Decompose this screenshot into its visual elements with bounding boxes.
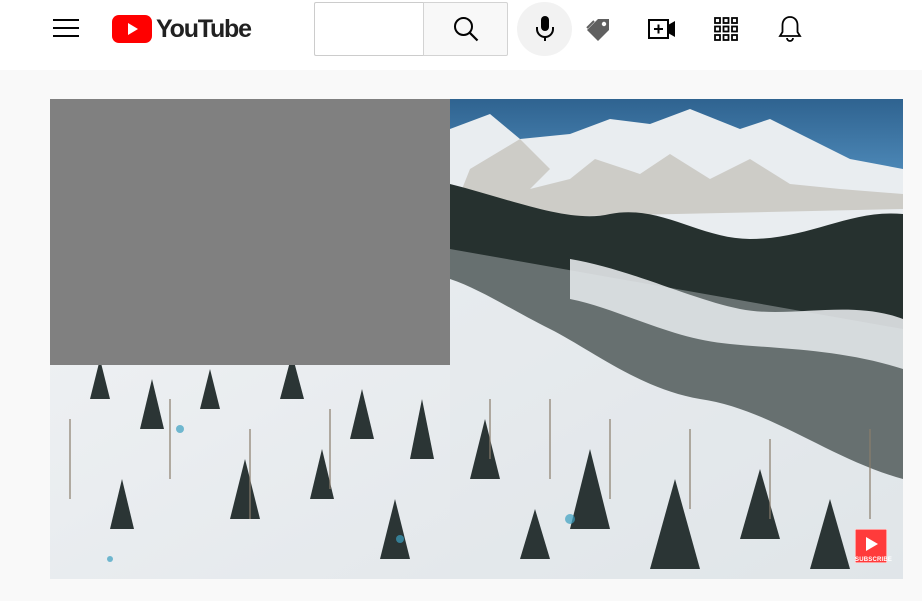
voice-search-button[interactable] (517, 2, 572, 56)
search-button[interactable] (423, 2, 508, 56)
watermark-label: SUBSCRIBE (855, 557, 893, 563)
subscribe-watermark[interactable]: SUBSCRIBE (854, 528, 893, 564)
apps-grid-icon (714, 17, 738, 41)
tag-icon (586, 19, 609, 41)
apps-button[interactable] (705, 8, 747, 50)
offers-button[interactable] (577, 8, 619, 50)
search-input[interactable] (315, 3, 424, 55)
create-button[interactable] (641, 8, 683, 50)
youtube-logo[interactable]: YouTube (112, 14, 252, 44)
logo-text: YouTube (156, 14, 252, 43)
search-icon (453, 17, 478, 42)
thumbnail-placeholder (50, 99, 450, 365)
bell-icon (778, 16, 802, 42)
microphone-icon (535, 16, 554, 41)
video-add-icon (648, 19, 675, 39)
notifications-button[interactable] (769, 8, 811, 50)
menu-button[interactable] (44, 8, 88, 48)
search-box[interactable] (314, 2, 424, 56)
hamburger-menu-icon (53, 19, 79, 37)
youtube-play-logo-icon (112, 15, 152, 43)
video-player[interactable]: SUBSCRIBE (50, 99, 903, 579)
masthead-left-gap (0, 0, 18, 70)
